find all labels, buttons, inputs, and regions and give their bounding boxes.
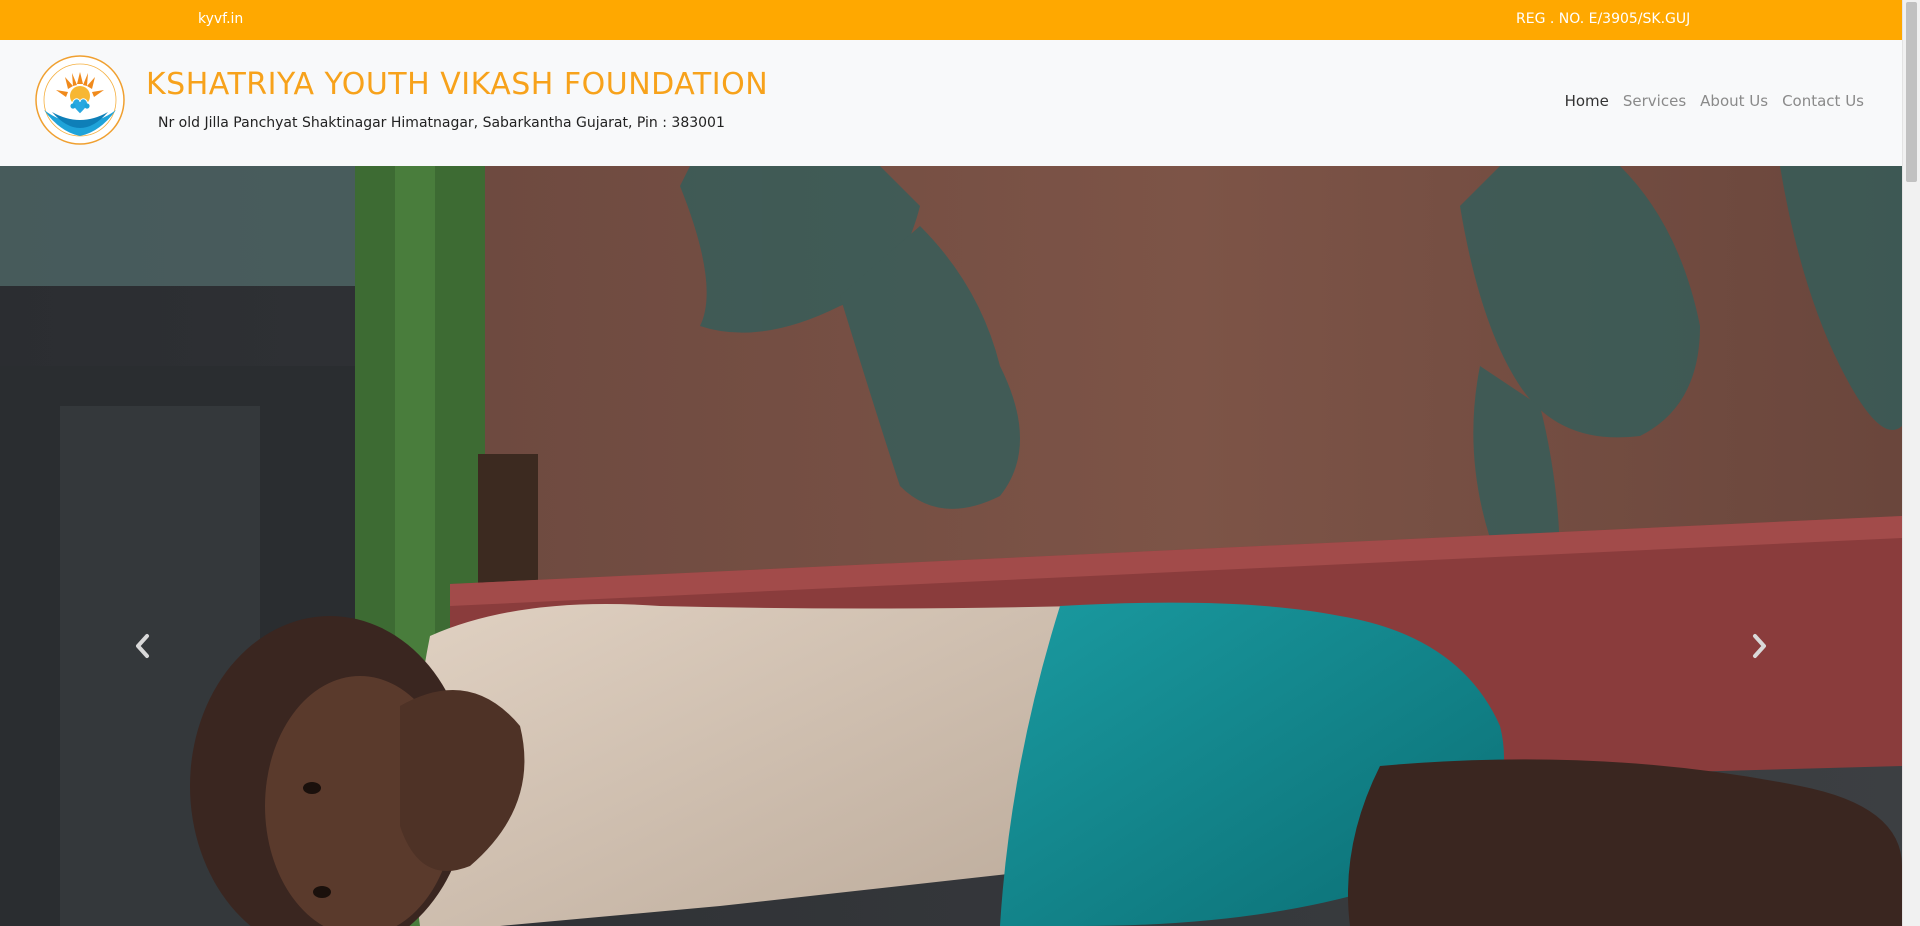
site-title: KSHATRIYA YOUTH VIKASH FOUNDATION <box>146 67 769 102</box>
foundation-logo[interactable] <box>30 52 130 152</box>
site-header: KSHATRIYA YOUTH VIKASH FOUNDATION Nr old… <box>0 40 1902 166</box>
hero-slide-image <box>0 166 1902 926</box>
carousel-prev-button[interactable] <box>122 616 162 676</box>
page-scrollbar[interactable] <box>1902 0 1920 926</box>
page: kyvf.in REG . NO. E/3905/SK.GUJ KSHATRIY… <box>0 0 1920 926</box>
hero-carousel <box>0 166 1902 926</box>
nav-services[interactable]: Services <box>1623 92 1686 110</box>
nav-contact-us[interactable]: Contact Us <box>1782 92 1864 110</box>
chevron-left-icon <box>136 634 149 658</box>
nav-home[interactable]: Home <box>1565 92 1609 110</box>
site-domain-link[interactable]: kyvf.in <box>198 11 243 27</box>
carousel-next-button[interactable] <box>1740 616 1780 676</box>
nav-about-us[interactable]: About Us <box>1700 92 1768 110</box>
main-nav: Home Services About Us Contact Us <box>1565 92 1864 110</box>
scrollbar-thumb[interactable] <box>1906 2 1917 182</box>
registration-number: REG . NO. E/3905/SK.GUJ <box>1516 11 1691 27</box>
top-bar: kyvf.in REG . NO. E/3905/SK.GUJ <box>0 0 1902 40</box>
site-address: Nr old Jilla Panchyat Shaktinagar Himatn… <box>158 115 725 131</box>
chevron-right-icon <box>1753 634 1766 658</box>
